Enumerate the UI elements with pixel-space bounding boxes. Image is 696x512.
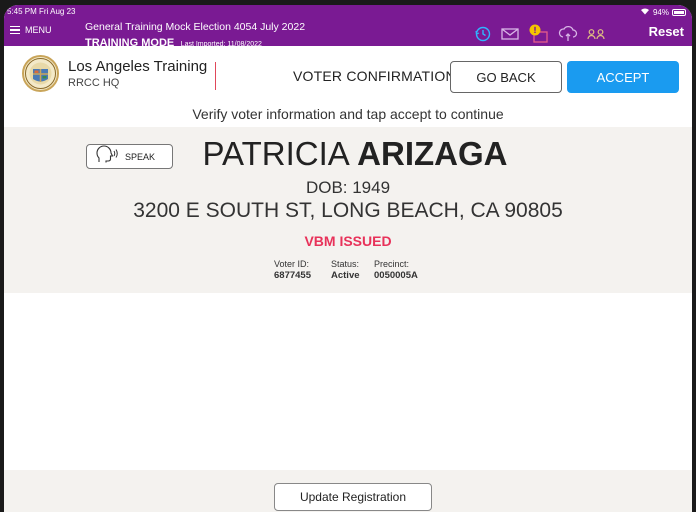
status-block: Status: Active bbox=[331, 259, 360, 281]
county-seal-logo bbox=[22, 55, 59, 92]
battery-percent: 94% bbox=[652, 7, 669, 17]
menu-button[interactable]: MENU bbox=[10, 25, 52, 35]
go-back-button[interactable]: GO BACK bbox=[450, 61, 562, 93]
precinct-block: Precinct: 0050005A bbox=[374, 259, 418, 281]
status-indicators: 94% bbox=[640, 7, 686, 17]
top-icon-group bbox=[474, 24, 606, 44]
location-subtitle: RRCC HQ bbox=[68, 77, 120, 89]
speak-icon bbox=[95, 144, 119, 169]
hamburger-icon bbox=[10, 26, 20, 34]
history-icon[interactable] bbox=[474, 25, 492, 43]
instruction-text: Verify voter information and tap accept … bbox=[192, 106, 504, 122]
status-time: 5:45 PM Fri Aug 23 bbox=[7, 7, 76, 16]
battery-icon bbox=[672, 8, 686, 16]
accept-button[interactable]: ACCEPT bbox=[567, 61, 679, 93]
precinct-label: Precinct: bbox=[374, 259, 410, 269]
top-bar: 5:45 PM Fri Aug 23 94% MENU General Trai… bbox=[4, 5, 692, 49]
location-name: Los Angeles Training bbox=[68, 58, 208, 75]
footer-bar: Update Registration bbox=[4, 470, 692, 512]
header-row: Los Angeles Training RRCC HQ VOTER CONFI… bbox=[4, 46, 692, 103]
voter-id-block: Voter ID: 6877455 bbox=[274, 259, 311, 281]
voter-panel: PATRICIA ARIZAGA SPEAK DOB: 1949 3200 E … bbox=[4, 127, 692, 293]
voter-first-name: PATRICIA bbox=[202, 135, 348, 172]
precinct-value: 0050005A bbox=[374, 270, 418, 281]
users-icon[interactable] bbox=[586, 26, 606, 42]
election-title: General Training Mock Election 4054 July… bbox=[85, 21, 306, 33]
screen-title: VOTER CONFIRMATION bbox=[293, 68, 456, 84]
menu-label: MENU bbox=[25, 25, 52, 35]
voter-id-value: 6877455 bbox=[274, 270, 311, 281]
update-registration-button[interactable]: Update Registration bbox=[274, 483, 432, 511]
vbm-status: VBM ISSUED bbox=[304, 233, 392, 249]
app-screen: 5:45 PM Fri Aug 23 94% MENU General Trai… bbox=[4, 5, 692, 512]
wifi-icon bbox=[640, 7, 650, 17]
voter-address: 3200 E SOUTH ST, LONG BEACH, CA 90805 bbox=[133, 199, 563, 222]
reset-button[interactable]: Reset bbox=[649, 24, 684, 39]
voter-id-label: Voter ID: bbox=[274, 259, 310, 269]
speak-label: SPEAK bbox=[125, 151, 156, 162]
cloud-sync-icon[interactable] bbox=[558, 25, 578, 43]
voter-last-name: ARIZAGA bbox=[357, 135, 508, 172]
alert-ballot-icon[interactable] bbox=[528, 24, 550, 44]
status-value: Active bbox=[331, 270, 360, 281]
speak-button[interactable]: SPEAK bbox=[86, 144, 173, 169]
voter-dob: DOB: 1949 bbox=[305, 178, 391, 197]
header-divider bbox=[215, 62, 216, 90]
status-label: Status: bbox=[331, 259, 360, 269]
mail-icon[interactable] bbox=[500, 26, 520, 42]
